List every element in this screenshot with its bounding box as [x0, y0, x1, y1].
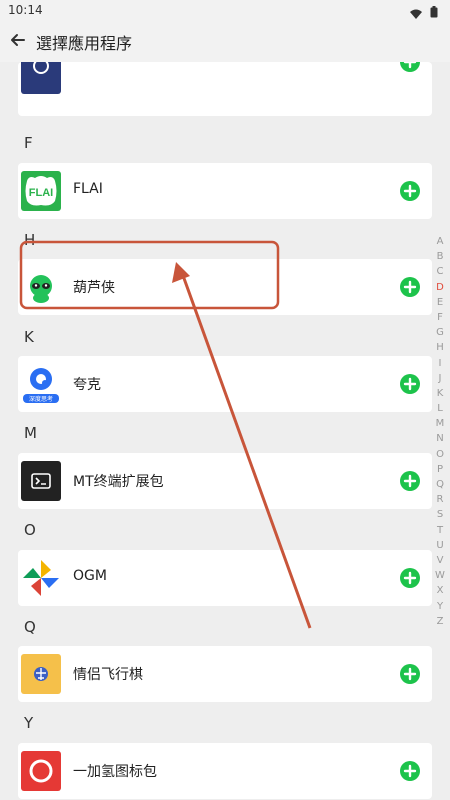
back-arrow-icon[interactable] — [8, 30, 28, 50]
index-letter-r[interactable]: R — [433, 492, 447, 507]
add-icon[interactable] — [400, 471, 420, 491]
section-header-o: O — [24, 521, 36, 539]
index-letter-p[interactable]: P — [433, 462, 447, 477]
app-item-quark[interactable]: 深度思考 夸克 — [18, 356, 432, 412]
index-letter-n[interactable]: N — [433, 431, 447, 446]
flight-chess-app-icon — [21, 654, 61, 694]
index-letter-k[interactable]: K — [433, 386, 447, 401]
app-list[interactable]: D F FLAI FLAI H — [0, 62, 450, 800]
add-icon[interactable] — [400, 277, 420, 297]
index-letter-h[interactable]: H — [433, 340, 447, 355]
index-letter-s[interactable]: S — [433, 507, 447, 522]
oneplus-icon-pack-app-icon — [21, 751, 61, 791]
add-icon[interactable] — [400, 374, 420, 394]
index-letter-j[interactable]: J — [433, 371, 447, 386]
add-icon[interactable] — [400, 62, 420, 72]
add-icon[interactable] — [400, 664, 420, 684]
add-icon[interactable] — [400, 181, 420, 201]
index-letter-x[interactable]: X — [433, 583, 447, 598]
index-letter-b[interactable]: B — [433, 249, 447, 264]
app-item-ogm[interactable]: OGM — [18, 550, 432, 606]
section-header-h: H — [24, 231, 36, 249]
section-header-f: F — [24, 134, 33, 152]
index-letter-q[interactable]: Q — [433, 477, 447, 492]
index-letter-a[interactable]: A — [433, 234, 447, 249]
app-item-d[interactable] — [18, 62, 432, 116]
page-title: 選擇應用程序 — [36, 34, 133, 53]
status-bar: 10:14 — [0, 0, 450, 20]
app-item-flight-chess[interactable]: 情侣飞行棋 — [18, 646, 432, 702]
index-letter-y[interactable]: Y — [433, 599, 447, 614]
status-time: 10:14 — [8, 3, 43, 17]
app-name: 情侣飞行棋 — [73, 667, 143, 683]
index-letter-w[interactable]: W — [433, 568, 447, 583]
add-icon[interactable] — [400, 761, 420, 781]
flai-app-icon: FLAI — [21, 171, 61, 211]
section-header-k: K — [24, 328, 34, 346]
terminal-app-icon — [21, 461, 61, 501]
section-header-m: M — [24, 424, 37, 442]
index-letter-d[interactable]: D — [433, 280, 447, 295]
section-header-y: Y — [24, 714, 34, 732]
index-letter-z[interactable]: Z — [433, 614, 447, 629]
app-item-huluxia[interactable]: 葫芦侠 — [18, 259, 432, 315]
app-name: OGM — [73, 568, 107, 584]
app-item-flai[interactable]: FLAI FLAI — [18, 163, 432, 219]
index-letter-c[interactable]: C — [433, 264, 447, 279]
index-letter-e[interactable]: E — [433, 295, 447, 310]
app-item-oneplus-icon-pack[interactable]: 一加氢图标包 — [18, 743, 432, 799]
app-name: 一加氢图标包 — [73, 764, 157, 780]
index-letter-v[interactable]: V — [433, 553, 447, 568]
app-name: MT终端扩展包 — [73, 474, 164, 490]
index-letter-i[interactable]: I — [433, 356, 447, 371]
quark-icon-text: 深度思考 — [29, 395, 53, 403]
index-letter-u[interactable]: U — [433, 538, 447, 553]
index-letter-m[interactable]: M — [433, 416, 447, 431]
index-letter-f[interactable]: F — [433, 310, 447, 325]
app-name: 葫芦侠 — [73, 280, 115, 296]
pinwheel-app-icon — [21, 558, 61, 598]
app-icon — [21, 62, 61, 94]
quark-app-icon: 深度思考 — [21, 364, 61, 404]
index-letter-g[interactable]: G — [433, 325, 447, 340]
app-name: 夸克 — [73, 377, 101, 393]
alphabet-index[interactable]: ABCDEFGHIJKLMNOPQRSTUVWXYZ — [433, 234, 447, 629]
index-letter-t[interactable]: T — [433, 523, 447, 538]
index-letter-l[interactable]: L — [433, 401, 447, 416]
flai-icon-text: FLAI — [29, 187, 53, 199]
app-item-mt-terminal[interactable]: MT终端扩展包 — [18, 453, 432, 509]
section-header-q: Q — [24, 618, 36, 636]
huluxia-app-icon — [21, 267, 61, 307]
app-name: FLAI — [73, 181, 103, 197]
add-icon[interactable] — [400, 568, 420, 588]
toolbar: 選擇應用程序 — [0, 20, 450, 62]
index-letter-o[interactable]: O — [433, 447, 447, 462]
